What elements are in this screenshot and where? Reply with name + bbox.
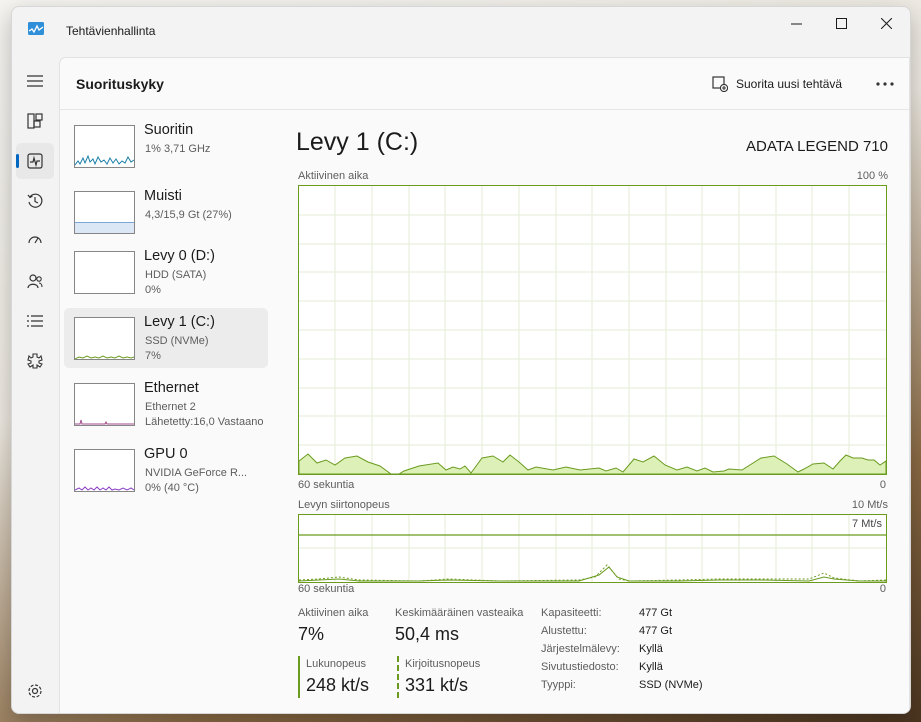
run-new-task-label: Suorita uusi tehtävä <box>736 77 843 91</box>
transfer-axis-left: 60 sekuntia <box>298 583 355 595</box>
active-time-axis-right: 0 <box>879 479 886 491</box>
services-icon <box>27 353 43 369</box>
device-name: Levy 1 (C:) <box>144 314 215 330</box>
property-key: Järjestelmälevy: <box>541 643 620 655</box>
nav-menu-button[interactable] <box>16 63 54 99</box>
device-detail: 1% 3,71 GHz <box>145 143 211 155</box>
transfer-scale-label: 7 Mt/s <box>852 518 882 530</box>
disk-model: ADATA LEGEND 710 <box>745 138 888 155</box>
device-item-ethernet[interactable]: Ethernet Ethernet 2 Lähetetty:16,0 Vasta… <box>64 374 268 434</box>
title-bar[interactable]: Tehtävienhallinta <box>12 7 910 53</box>
minimize-icon <box>790 23 802 24</box>
processes-icon <box>27 113 43 129</box>
more-options-button[interactable] <box>872 72 898 96</box>
device-name: Levy 0 (D:) <box>144 248 215 264</box>
task-manager-window: Tehtävienhallinta Suorituskyky Suorita u… <box>11 6 911 714</box>
device-item-cpu[interactable]: Suoritin 1% 3,71 GHz <box>64 116 268 176</box>
device-usage: 0% (40 °C) <box>145 482 199 494</box>
details-icon <box>27 315 43 327</box>
device-usage: 7% <box>145 350 161 362</box>
response-time-value: 50,4 ms <box>395 624 460 644</box>
write-speed-label: Kirjoitusnopeus <box>405 658 481 670</box>
property-key: Sivutustiedosto: <box>541 661 619 673</box>
property-value: Kyllä <box>639 661 663 673</box>
app-history-icon <box>27 193 43 208</box>
device-detail: 4,3/15,9 Gt (27%) <box>145 209 232 221</box>
device-item-disk-0[interactable]: Levy 0 (D:) HDD (SATA) 0% <box>64 242 268 302</box>
device-name: Ethernet <box>144 380 199 396</box>
nav-startup-apps[interactable] <box>16 223 54 259</box>
content-header: Suorituskyky Suorita uusi tehtävä <box>60 58 909 110</box>
active-time-stat-label: Aktiivinen aika <box>298 607 369 619</box>
main-content: Suorituskyky Suorita uusi tehtävä Suorit… <box>59 57 910 713</box>
more-options-icon <box>876 82 894 86</box>
active-time-graph-max: 100 % <box>856 170 888 182</box>
minimize-button[interactable] <box>773 7 819 39</box>
startup-apps-icon <box>28 236 42 244</box>
active-time-stat-value: 7% <box>298 624 325 644</box>
active-time-graph-label: Aktiivinen aika <box>298 170 369 182</box>
device-usage: Lähetetty:16,0 Vastaano <box>145 416 264 428</box>
cpu-thumbnail-graph <box>74 125 135 168</box>
active-time-axis-left: 60 sekuntia <box>298 479 355 491</box>
nav-processes[interactable] <box>16 103 54 139</box>
page-title: Suorituskyky <box>76 76 164 92</box>
read-speed-marker <box>298 656 300 698</box>
property-key: Tyyppi: <box>541 679 576 691</box>
disk-1-thumbnail-graph <box>74 317 135 360</box>
device-name: GPU 0 <box>144 446 188 462</box>
read-speed-value: 248 kt/s <box>306 675 370 695</box>
maximize-button[interactable] <box>818 7 864 39</box>
property-value: Kyllä <box>639 643 663 655</box>
device-item-memory[interactable]: Muisti 4,3/15,9 Gt (27%) <box>64 182 268 242</box>
property-value: 477 Gt <box>639 607 673 619</box>
transfer-graph-label: Levyn siirtonopeus <box>298 499 390 511</box>
hamburger-icon <box>27 75 43 87</box>
device-name: Muisti <box>144 188 182 204</box>
property-value: SSD (NVMe) <box>639 679 703 691</box>
memory-thumbnail-graph <box>74 191 135 234</box>
response-time-label: Keskimääräinen vasteaika <box>395 607 524 619</box>
disk-0-thumbnail-graph <box>74 251 135 294</box>
device-usage: 0% <box>145 284 161 296</box>
settings-icon <box>28 684 42 698</box>
nav-app-history[interactable] <box>16 183 54 219</box>
device-item-disk-1[interactable]: Levy 1 (C:) SSD (NVMe) 7% <box>64 308 268 368</box>
device-detail: SSD (NVMe) <box>145 335 209 347</box>
performance-icon <box>27 153 43 169</box>
disk-title: Levy 1 (C:) <box>296 128 419 156</box>
maximize-icon <box>835 17 847 29</box>
nav-settings[interactable] <box>16 673 54 709</box>
ethernet-thumbnail-graph <box>74 383 135 426</box>
navigation-pane <box>12 59 58 713</box>
active-time-graph <box>298 185 887 475</box>
device-detail: HDD (SATA) <box>145 269 207 281</box>
transfer-rate-graph: 7 Mt/s <box>298 514 887 583</box>
nav-services[interactable] <box>16 343 54 379</box>
window-title: Tehtävienhallinta <box>66 24 156 38</box>
device-name: Suoritin <box>144 122 194 138</box>
property-key: Alustettu: <box>541 625 587 637</box>
write-speed-value: 331 kt/s <box>405 675 469 695</box>
task-manager-app-icon <box>28 22 44 35</box>
nav-details[interactable] <box>16 303 54 339</box>
transfer-axis-right: 0 <box>879 583 886 595</box>
nav-users[interactable] <box>16 263 54 299</box>
transfer-graph-max: 10 Mt/s <box>851 499 888 511</box>
device-detail: NVIDIA GeForce R... <box>145 467 248 479</box>
nav-performance[interactable] <box>16 143 54 179</box>
close-button[interactable] <box>863 7 909 39</box>
read-speed-label: Lukunopeus <box>306 658 366 670</box>
write-speed-marker <box>397 656 399 698</box>
run-new-task-icon <box>712 76 728 92</box>
gpu-thumbnail-graph <box>74 449 135 492</box>
device-item-gpu[interactable]: GPU 0 NVIDIA GeForce R... 0% (40 °C) <box>64 440 268 500</box>
property-key: Kapasiteetti: <box>541 607 602 619</box>
close-icon <box>880 17 892 29</box>
device-detail: Ethernet 2 <box>145 401 196 413</box>
run-new-task-button[interactable]: Suorita uusi tehtävä <box>712 73 842 95</box>
property-value: 477 Gt <box>639 625 673 637</box>
users-icon <box>27 274 43 289</box>
